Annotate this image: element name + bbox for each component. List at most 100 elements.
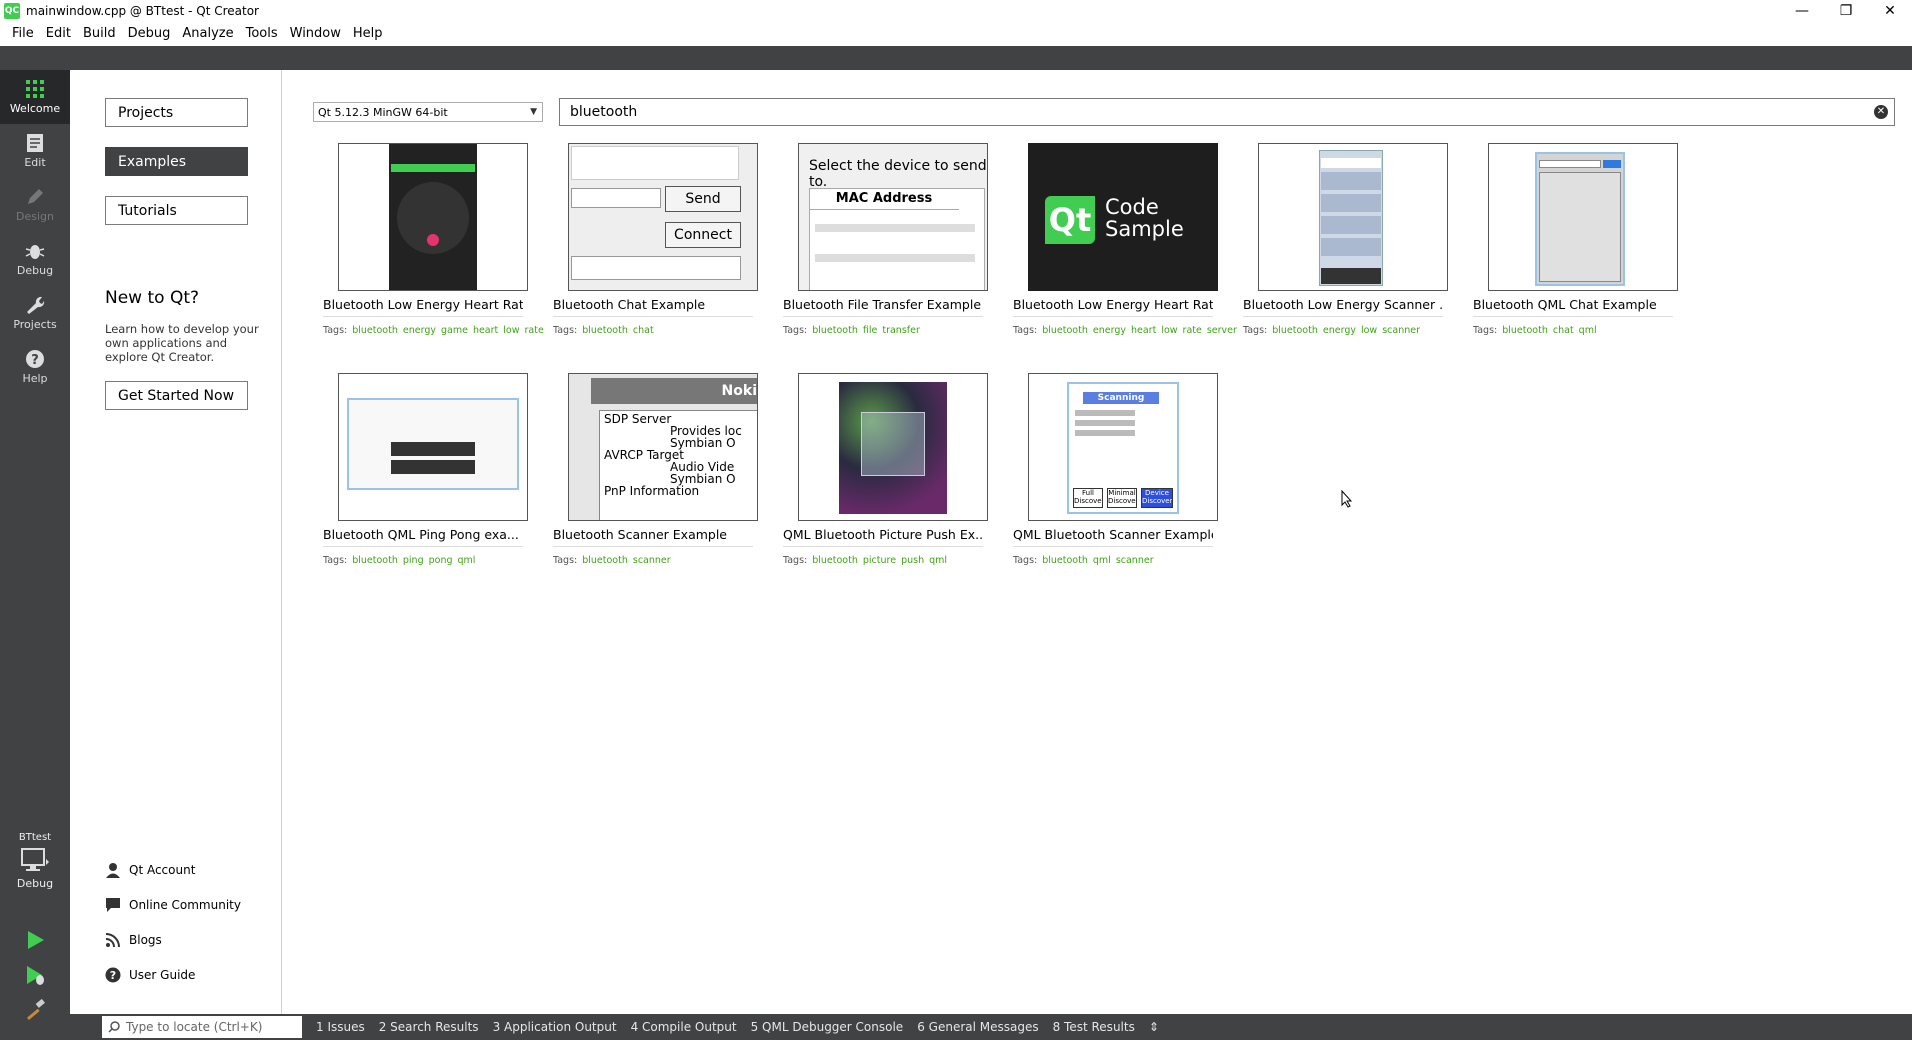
tag-link[interactable]: qml	[1579, 325, 1597, 336]
projects-button[interactable]: Projects	[105, 98, 248, 127]
tag-link[interactable]: picture	[863, 555, 896, 566]
example-card[interactable]: Noki SDP Server Provides loc Symbian O A…	[553, 373, 758, 566]
tag-link[interactable]: push	[901, 555, 924, 566]
tag-link[interactable]: server	[1207, 325, 1237, 336]
search-value: bluetooth	[570, 104, 638, 120]
menu-build[interactable]: Build	[77, 22, 122, 46]
tag-link[interactable]: bluetooth	[812, 325, 858, 336]
tag-link[interactable]: qml	[1093, 555, 1111, 566]
tag-link[interactable]: scanner	[1116, 555, 1154, 566]
tag-link[interactable]: bluetooth	[352, 555, 398, 566]
mode-help[interactable]: ? Help	[0, 340, 70, 394]
welcome-side-panel: Projects Examples Tutorials New to Qt? L…	[70, 70, 282, 1014]
tag-link[interactable]: energy	[1093, 325, 1126, 336]
tab-issues[interactable]: 1 Issues	[316, 1020, 365, 1034]
qt-version-dropdown[interactable]: Qt 5.12.3 MinGW 64-bit ▼	[313, 102, 543, 122]
qt-account-link[interactable]: Qt Account	[105, 862, 195, 878]
tag-link[interactable]: energy	[1323, 325, 1356, 336]
debug-run-button[interactable]	[18, 960, 52, 990]
tag-link[interactable]: pong	[429, 555, 453, 566]
user-guide-link[interactable]: ? User Guide	[105, 967, 195, 983]
tag-link[interactable]: rate	[1183, 325, 1202, 336]
example-card[interactable]: Bluetooth QML Chat Example Tags: bluetoot…	[1473, 143, 1678, 336]
menu-tools[interactable]: Tools	[240, 22, 284, 46]
tag-link[interactable]: heart	[1131, 325, 1156, 336]
example-card[interactable]: Bluetooth Low Energy Scanner ... Tags: bl…	[1243, 143, 1448, 336]
tag-link[interactable]: game	[441, 325, 468, 336]
restore-icon[interactable]: ❐	[1824, 0, 1868, 22]
minimize-icon[interactable]: —	[1780, 0, 1824, 22]
menu-edit[interactable]: Edit	[40, 22, 77, 46]
tag-link[interactable]: bluetooth	[1272, 325, 1318, 336]
kit-selector[interactable]: BTtest Debug	[0, 832, 70, 924]
tag-link[interactable]: rate	[525, 325, 544, 336]
mode-edit[interactable]: Edit	[0, 124, 70, 178]
menu-help[interactable]: Help	[347, 22, 389, 46]
tab-compile-output[interactable]: 4 Compile Output	[631, 1020, 737, 1034]
hammer-icon	[26, 999, 45, 1021]
tag-link[interactable]: chat	[633, 325, 654, 336]
locator-placeholder: Type to locate (Ctrl+K)	[126, 1020, 263, 1034]
run-button[interactable]	[18, 925, 52, 955]
tag-link[interactable]: bluetooth	[1042, 555, 1088, 566]
example-tags: Tags: bluetooth chat	[553, 323, 753, 338]
grid-icon	[26, 80, 44, 98]
tag-link[interactable]: scanner	[633, 555, 671, 566]
tag-link[interactable]: low	[503, 325, 519, 336]
tag-link[interactable]: heart	[473, 325, 498, 336]
tag-link[interactable]: energy	[403, 325, 436, 336]
tag-link[interactable]: transfer	[882, 325, 920, 336]
tags-label: Tags:	[323, 555, 348, 566]
tag-link[interactable]: bluetooth	[352, 325, 398, 336]
menu-analyze[interactable]: Analyze	[176, 22, 239, 46]
example-card[interactable]: Scanning Full Discovery Minimal Discover…	[1013, 373, 1218, 566]
example-tags: Tags: bluetooth scanner	[553, 553, 753, 568]
example-card[interactable]: Send Connect Bluetooth Chat Example Tags…	[553, 143, 758, 336]
tag-link[interactable]: bluetooth	[582, 325, 628, 336]
tag-link[interactable]: scanner	[1382, 325, 1420, 336]
tag-link[interactable]: bluetooth	[1502, 325, 1548, 336]
blogs-link[interactable]: Blogs	[105, 932, 162, 948]
tag-link[interactable]: bluetooth	[1042, 325, 1088, 336]
locator-input[interactable]: Type to locate (Ctrl+K)	[102, 1016, 302, 1038]
tag-link[interactable]: qml	[458, 555, 476, 566]
menu-window[interactable]: Window	[284, 22, 347, 46]
tags-label: Tags:	[1243, 325, 1268, 336]
example-card[interactable]: Bluetooth QML Ping Pong exa... Tags: blue…	[323, 373, 528, 566]
tag-link[interactable]: file	[863, 325, 877, 336]
tag-link[interactable]: bluetooth	[582, 555, 628, 566]
close-icon[interactable]: ✕	[1868, 0, 1912, 22]
mode-debug[interactable]: Debug	[0, 232, 70, 286]
example-card[interactable]: Qt Code Sample Bluetooth Low Energy Hear…	[1013, 143, 1237, 336]
tab-search-results[interactable]: 2 Search Results	[379, 1020, 479, 1034]
mode-design[interactable]: Design	[0, 178, 70, 232]
tab-application-output[interactable]: 3 Application Output	[493, 1020, 617, 1034]
tag-link[interactable]: ping	[403, 555, 424, 566]
tag-link[interactable]: bluetooth	[812, 555, 858, 566]
menu-bar: File Edit Build Debug Analyze Tools Wind…	[0, 22, 1912, 46]
tag-link[interactable]: low	[1161, 325, 1177, 336]
mode-projects[interactable]: Projects	[0, 286, 70, 340]
build-button[interactable]	[18, 995, 52, 1025]
example-card[interactable]: Select the device to send to. MAC Addres…	[783, 143, 988, 336]
example-search-input[interactable]: bluetooth ✕	[559, 98, 1895, 126]
tutorials-button[interactable]: Tutorials	[105, 196, 248, 225]
tab-qml-debugger-console[interactable]: 5 QML Debugger Console	[751, 1020, 904, 1034]
examples-button[interactable]: Examples	[105, 147, 248, 176]
example-card[interactable]: QML Bluetooth Picture Push Ex... Tags: bl…	[783, 373, 988, 566]
tags-label: Tags:	[553, 555, 578, 566]
tab-general-messages[interactable]: 6 General Messages	[917, 1020, 1038, 1034]
example-card[interactable]: Bluetooth Low Energy Heart Rat... Tags: b…	[323, 143, 544, 336]
menu-file[interactable]: File	[6, 22, 40, 46]
get-started-button[interactable]: Get Started Now	[105, 381, 248, 410]
mode-welcome[interactable]: Welcome	[0, 70, 70, 124]
menu-debug[interactable]: Debug	[122, 22, 177, 46]
tag-link[interactable]: qml	[929, 555, 947, 566]
tag-link[interactable]: low	[1361, 325, 1377, 336]
tab-test-results[interactable]: 8 Test Results	[1053, 1020, 1135, 1034]
online-community-link[interactable]: Online Community	[105, 897, 241, 913]
up-down-arrows-icon[interactable]: ⇕	[1149, 1020, 1159, 1034]
thumb-connect-label: Connect	[665, 222, 741, 248]
tag-link[interactable]: chat	[1553, 325, 1574, 336]
clear-search-icon[interactable]: ✕	[1874, 105, 1888, 119]
